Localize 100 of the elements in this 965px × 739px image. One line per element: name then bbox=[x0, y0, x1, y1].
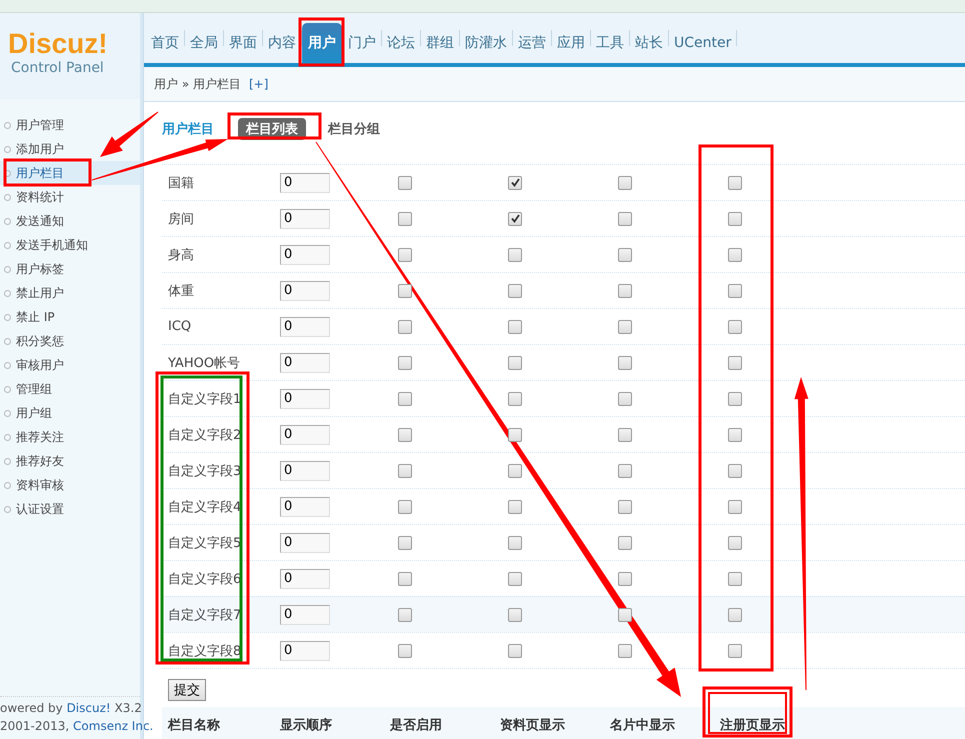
checkbox[interactable] bbox=[508, 500, 522, 514]
sidebar-item[interactable]: 推荐关注 bbox=[0, 425, 140, 449]
sidebar-item[interactable]: 资料统计 bbox=[0, 185, 140, 209]
nav-tab[interactable]: 用户 bbox=[302, 23, 342, 63]
checkbox[interactable] bbox=[398, 500, 412, 514]
order-input[interactable]: 0 bbox=[280, 316, 330, 336]
checkbox[interactable] bbox=[398, 176, 412, 190]
checkbox[interactable] bbox=[398, 644, 412, 658]
checkbox[interactable] bbox=[618, 176, 632, 190]
nav-tab[interactable]: 应用 bbox=[552, 23, 590, 63]
sidebar-item[interactable]: 发送通知 bbox=[0, 209, 140, 233]
checkbox[interactable] bbox=[398, 284, 412, 298]
order-input[interactable]: 0 bbox=[280, 280, 330, 300]
checkbox[interactable] bbox=[618, 356, 632, 370]
sidebar-item[interactable]: 用户管理 bbox=[0, 113, 140, 137]
checkbox[interactable] bbox=[728, 608, 742, 622]
checkbox[interactable] bbox=[728, 500, 742, 514]
checkbox[interactable] bbox=[728, 428, 742, 442]
checkbox[interactable] bbox=[728, 644, 742, 658]
sidebar-item[interactable]: 审核用户 bbox=[0, 353, 140, 377]
checkbox[interactable] bbox=[728, 248, 742, 262]
checkbox[interactable] bbox=[728, 284, 742, 298]
checkbox[interactable] bbox=[618, 428, 632, 442]
nav-tab[interactable]: 群组 bbox=[421, 23, 459, 63]
checkbox[interactable] bbox=[398, 464, 412, 478]
checkbox[interactable] bbox=[618, 500, 632, 514]
checkbox[interactable] bbox=[728, 536, 742, 550]
checkbox[interactable] bbox=[398, 608, 412, 622]
checkbox[interactable] bbox=[508, 536, 522, 550]
checkbox[interactable] bbox=[508, 284, 522, 298]
sidebar-item[interactable]: 积分奖惩 bbox=[0, 329, 140, 353]
sidebar-item[interactable]: 推荐好友 bbox=[0, 449, 140, 473]
sidebar-item[interactable]: 用户组 bbox=[0, 401, 140, 425]
checkbox[interactable] bbox=[728, 212, 742, 226]
nav-tab[interactable]: 界面 bbox=[224, 23, 262, 63]
checkbox[interactable] bbox=[618, 572, 632, 586]
sidebar-item[interactable]: 禁止用户 bbox=[0, 281, 140, 305]
checkbox[interactable] bbox=[508, 608, 522, 622]
order-input[interactable]: 0 bbox=[280, 208, 330, 228]
sidebar-item[interactable]: 用户标签 bbox=[0, 257, 140, 281]
order-input[interactable]: 0 bbox=[280, 604, 330, 624]
checkbox[interactable] bbox=[508, 320, 522, 334]
checkbox[interactable] bbox=[728, 392, 742, 406]
nav-tab[interactable]: 全局 bbox=[185, 23, 223, 63]
add-link[interactable]: [+] bbox=[248, 77, 268, 91]
order-input[interactable]: 0 bbox=[280, 532, 330, 552]
checkbox[interactable] bbox=[618, 536, 632, 550]
checkbox[interactable] bbox=[618, 212, 632, 226]
checkbox[interactable] bbox=[398, 212, 412, 226]
footer-link[interactable]: Discuz! bbox=[66, 701, 111, 715]
checkbox[interactable] bbox=[728, 320, 742, 334]
sidebar-item[interactable]: 管理组 bbox=[0, 377, 140, 401]
checkbox[interactable] bbox=[508, 392, 522, 406]
order-input[interactable]: 0 bbox=[280, 640, 330, 660]
checkbox[interactable] bbox=[398, 392, 412, 406]
nav-tab[interactable]: 工具 bbox=[591, 23, 629, 63]
checkbox[interactable] bbox=[618, 248, 632, 262]
sidebar-item[interactable]: 禁止 IP bbox=[0, 305, 140, 329]
nav-tab[interactable]: 运营 bbox=[513, 23, 551, 63]
checkbox[interactable] bbox=[508, 572, 522, 586]
checkbox[interactable] bbox=[398, 356, 412, 370]
checkbox[interactable] bbox=[618, 284, 632, 298]
nav-tab[interactable]: 站长 bbox=[630, 23, 668, 63]
checkbox[interactable] bbox=[398, 428, 412, 442]
checkbox[interactable] bbox=[508, 356, 522, 370]
footer-link[interactable]: Comsenz Inc. bbox=[73, 719, 154, 733]
sidebar-item[interactable]: 发送手机通知 bbox=[0, 233, 140, 257]
sidebar-item[interactable]: 认证设置 bbox=[0, 497, 140, 521]
order-input[interactable]: 0 bbox=[280, 244, 330, 264]
checkbox[interactable] bbox=[508, 644, 522, 658]
checkbox[interactable] bbox=[398, 536, 412, 550]
order-input[interactable]: 0 bbox=[280, 388, 330, 408]
checkbox[interactable] bbox=[618, 320, 632, 334]
order-input[interactable]: 0 bbox=[280, 172, 330, 192]
checkbox[interactable] bbox=[728, 356, 742, 370]
checkbox[interactable] bbox=[728, 176, 742, 190]
checkbox[interactable] bbox=[618, 464, 632, 478]
sidebar-item[interactable]: 资料审核 bbox=[0, 473, 140, 497]
checkbox[interactable] bbox=[398, 572, 412, 586]
order-input[interactable]: 0 bbox=[280, 568, 330, 588]
order-input[interactable]: 0 bbox=[280, 424, 330, 444]
checkbox[interactable] bbox=[618, 644, 632, 658]
nav-tab[interactable]: UCenter bbox=[669, 23, 736, 63]
checkbox[interactable] bbox=[728, 464, 742, 478]
order-input[interactable]: 0 bbox=[280, 352, 330, 372]
order-input[interactable]: 0 bbox=[280, 496, 330, 516]
checkbox[interactable] bbox=[398, 248, 412, 262]
checkbox[interactable] bbox=[728, 572, 742, 586]
submit-button[interactable]: 提交 bbox=[168, 679, 206, 701]
checkbox[interactable] bbox=[508, 248, 522, 262]
nav-tab[interactable]: 门户 bbox=[343, 23, 381, 63]
sub-tab[interactable]: 栏目分组 bbox=[320, 118, 388, 140]
checkbox[interactable] bbox=[398, 320, 412, 334]
checkbox[interactable] bbox=[618, 392, 632, 406]
checkbox[interactable] bbox=[618, 608, 632, 622]
order-input[interactable]: 0 bbox=[280, 460, 330, 480]
checkbox[interactable] bbox=[508, 212, 522, 226]
nav-tab[interactable]: 首页 bbox=[146, 23, 184, 63]
nav-tab[interactable]: 内容 bbox=[263, 23, 301, 63]
checkbox[interactable] bbox=[508, 176, 522, 190]
